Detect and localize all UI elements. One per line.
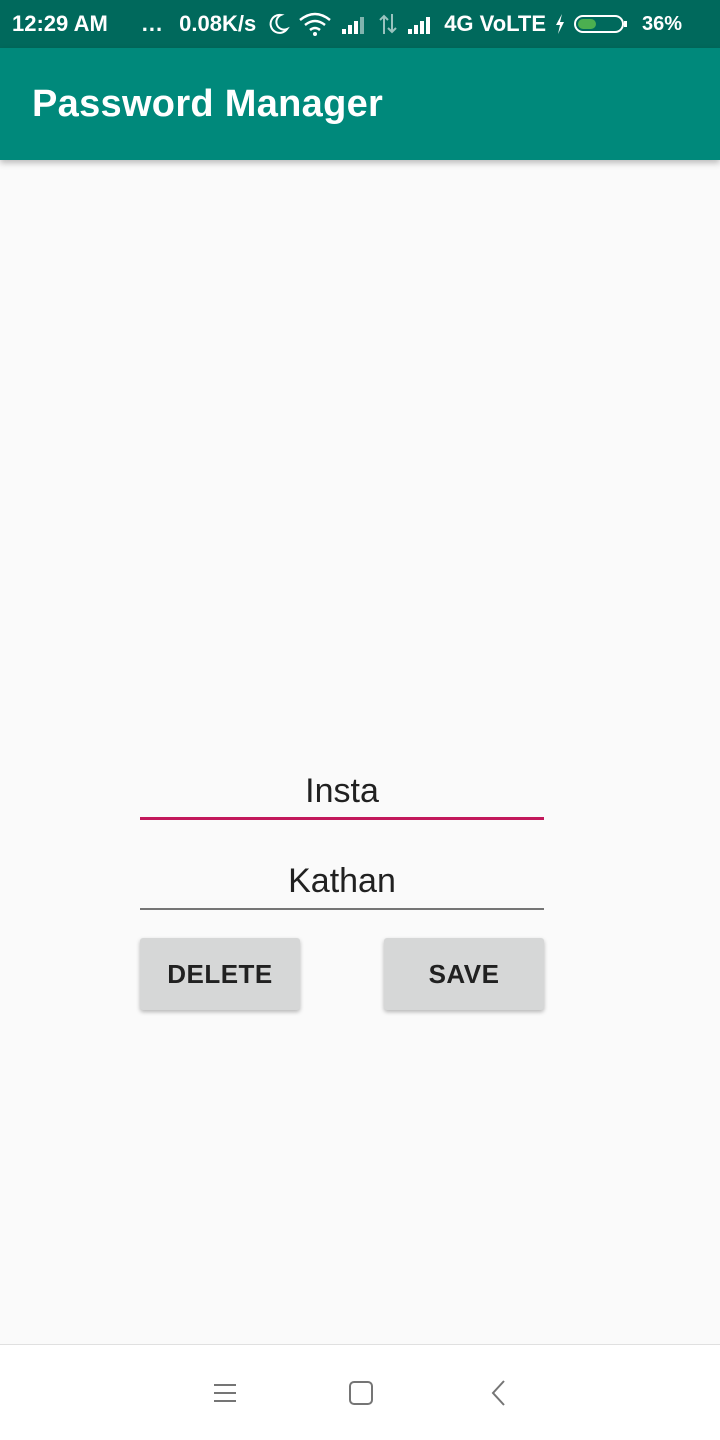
signal-icon [340,13,370,35]
battery-percent: 36% [642,12,683,35]
charging-icon [554,13,566,35]
status-bar: 12:29 AM ... 0.08K/s 4G VoLTE 36% [0,0,720,48]
back-icon[interactable] [479,1375,519,1411]
site-name-field[interactable]: Insta [140,766,544,820]
signal-icon [406,13,436,35]
network-type: 4G VoLTE [444,11,547,36]
battery-icon [574,13,628,35]
home-icon[interactable] [341,1375,381,1411]
username-field[interactable]: Kathan [140,856,544,910]
app-title: Password Manager [32,82,384,125]
network-speed: 0.08K/s [179,11,257,36]
data-arrows-icon [378,12,398,36]
menu-icon[interactable] [205,1375,245,1411]
notification-dots-icon: ... [141,11,164,36]
save-button[interactable]: SAVE [384,938,544,1010]
status-time: 12:29 AM [12,11,108,36]
app-bar: Password Manager [0,48,720,160]
wifi-icon [298,12,332,36]
moon-icon [266,12,290,36]
navigation-bar [0,1344,720,1440]
delete-button[interactable]: DELETE [140,938,300,1010]
